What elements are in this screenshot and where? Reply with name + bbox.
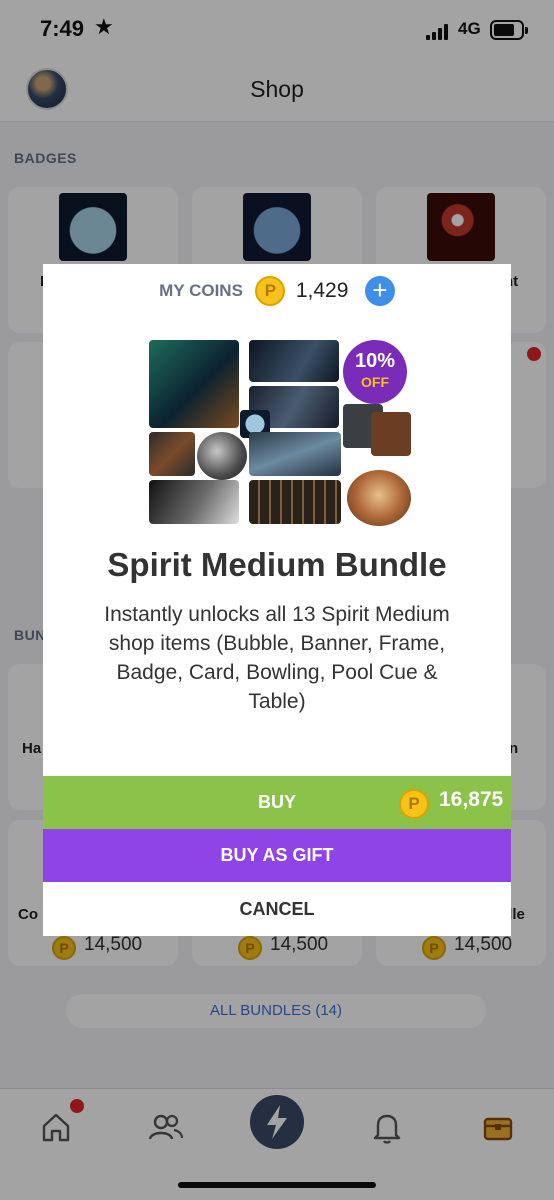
banner-item-image: [249, 340, 339, 382]
buy-as-gift-button[interactable]: BUY AS GIFT: [43, 829, 511, 882]
pool-cue-image: [149, 432, 195, 476]
buy-button[interactable]: BUY P 16,875: [43, 776, 511, 829]
bubble-item-image: [149, 480, 239, 524]
buy-price: P 16,875: [399, 788, 503, 819]
bundle-modal: MY COINS P 1,429 + 10% OFF Spirit Medium…: [43, 264, 511, 936]
my-coins-row: MY COINS P 1,429 +: [43, 276, 511, 308]
coin-icon: P: [255, 276, 286, 306]
bundle-collage-image: 10% OFF: [147, 336, 415, 528]
discount-off-label: OFF: [361, 374, 389, 390]
bundle-description: Instantly unlocks all 13 Spirit Medium s…: [104, 603, 450, 713]
bowling-ball-image: [197, 432, 247, 480]
ouija-planchette-image: [347, 470, 411, 526]
my-coins-label: MY COINS: [159, 281, 243, 300]
coin-icon: P: [399, 789, 429, 819]
discount-percent: 10%: [354, 350, 396, 372]
card-item-image: [371, 412, 411, 456]
table-item-image: [249, 432, 341, 476]
my-coins-value: 1,429: [295, 279, 349, 302]
discount-badge: 10% OFF: [343, 340, 407, 404]
add-coins-button[interactable]: +: [364, 276, 395, 306]
buy-price-value: 16,875: [439, 788, 504, 811]
bundle-title: Spirit Medium Bundle: [107, 546, 447, 583]
cancel-button[interactable]: CANCEL: [43, 882, 511, 936]
ouija-board-image: [249, 480, 341, 524]
frame-item-image: [149, 340, 239, 428]
